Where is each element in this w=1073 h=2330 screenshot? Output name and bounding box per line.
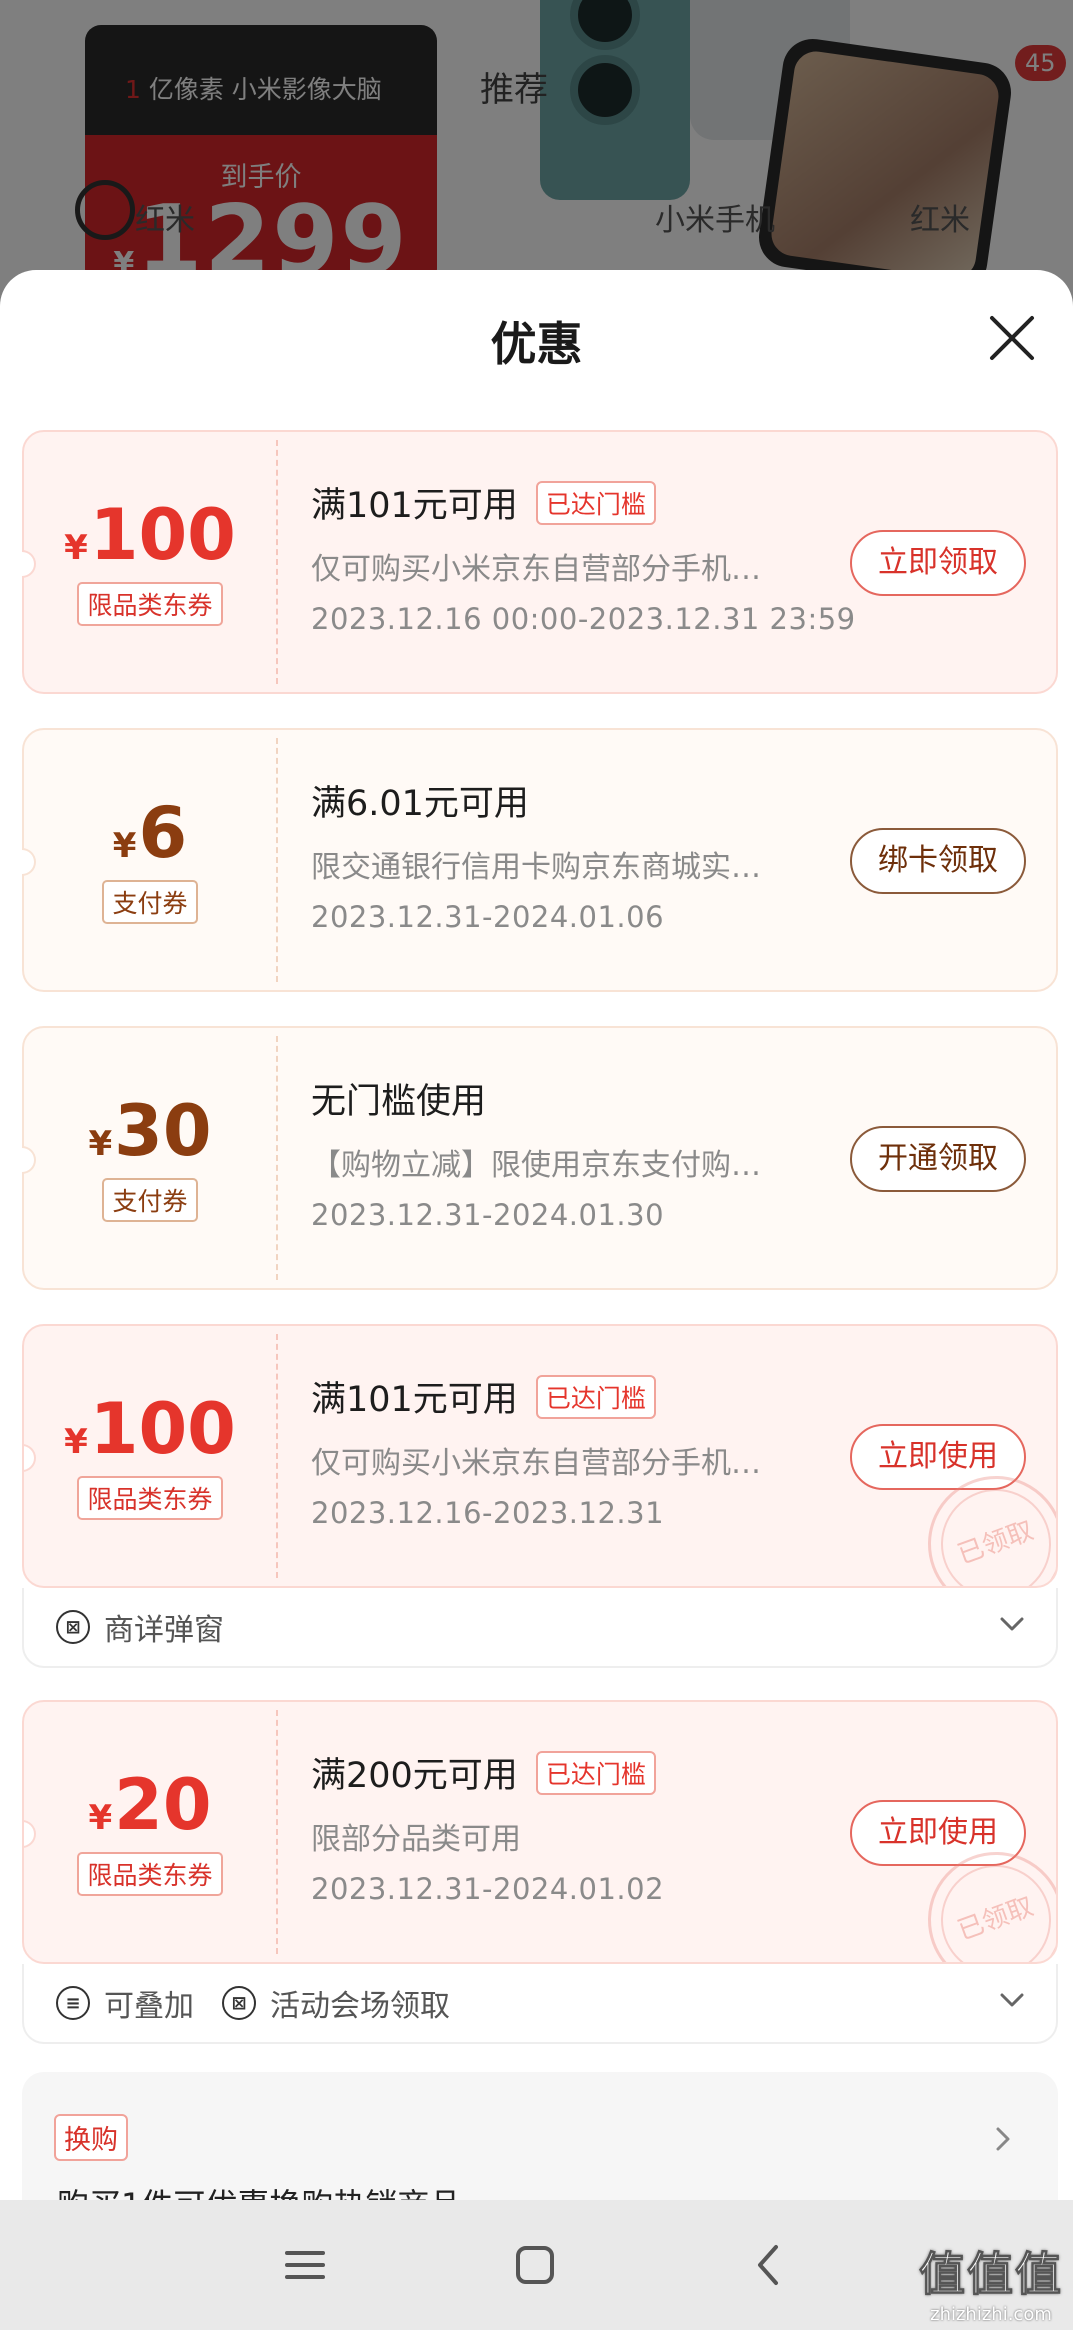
coupon-validity: 2023.12.31-2024.01.06 — [311, 900, 665, 934]
footer-tag: ≡ 可叠加 — [56, 1981, 194, 2025]
coupon-type-tag: 限品类东券 — [77, 582, 223, 626]
coupon-amount: ¥20 限品类东券 — [24, 1770, 276, 1896]
back-icon[interactable] — [740, 2235, 800, 2295]
system-nav-bar: 值值值 zhizhizhi.com — [0, 2200, 1073, 2330]
coupon-validity: 2023.12.16 00:00-2023.12.31 23:59 — [311, 602, 856, 636]
coupon-type-tag: 支付券 — [102, 880, 198, 924]
coupon-amount: ¥30 支付券 — [24, 1096, 276, 1222]
ticket-icon: ⊠ — [222, 1986, 256, 2020]
sheet-title: 优惠 — [490, 317, 583, 371]
coupon-condition: 满6.01元可用 — [311, 784, 529, 824]
coupon-card: ¥20 限品类东券 满200元可用 已达门槛 限部分品类可用 2023.12.31… — [22, 1700, 1058, 1964]
coupon-amount: ¥100 限品类东券 — [24, 1394, 276, 1520]
threshold-reached-badge: 已达门槛 — [535, 1374, 656, 1419]
background-product-page: 1 亿像素 小米影像大脑 到手价 ¥1299 推荐 红米 小米手机 红米 45 — [0, 0, 1073, 300]
coupon-condition: 满101元可用 — [311, 486, 518, 526]
stack-icon: ≡ — [56, 1986, 90, 2020]
coupon-card: ¥100 限品类东券 满101元可用 已达门槛 仅可购买小米京东自营部分手机… 2… — [22, 430, 1058, 694]
home-icon[interactable] — [505, 2235, 565, 2295]
activate-claim-button[interactable]: 开通领取 — [850, 1126, 1026, 1192]
coupon-type-tag: 支付券 — [102, 1178, 198, 1222]
coupon-card: ¥30 支付券 无门槛使用 【购物立减】限使用京东支付购… 2023.12.31… — [22, 1026, 1058, 1290]
bind-card-claim-button[interactable]: 绑卡领取 — [850, 828, 1026, 894]
chevron-down-icon[interactable] — [996, 1608, 1028, 1640]
coupon-condition: 满101元可用 — [311, 1380, 518, 1420]
site-watermark: 值值值 zhizhizhi.com — [919, 2238, 1063, 2326]
coupon-footer: ≡ 可叠加 ⊠ 活动会场领取 — [22, 1964, 1058, 2044]
threshold-reached-badge: 已达门槛 — [535, 1750, 656, 1795]
footer-tag: ⊠ 活动会场领取 — [222, 1981, 450, 2025]
coupon-amount: ¥6 支付券 — [24, 798, 276, 924]
coupon-card: ¥6 支付券 满6.01元可用 限交通银行信用卡购京东商城实… 2023.12.… — [22, 728, 1058, 992]
claim-now-button[interactable]: 立即领取 — [850, 530, 1026, 596]
coupon-sheet: 优惠 ¥100 限品类东券 满101元可用 已达门槛 仅可购买小米京东自营部分手机… — [0, 270, 1073, 2200]
coupon-validity: 2023.12.31-2024.01.30 — [311, 1198, 665, 1232]
close-icon[interactable] — [986, 312, 1038, 364]
chevron-down-icon[interactable] — [996, 1984, 1028, 2016]
coupon-amount: ¥100 限品类东券 — [24, 500, 276, 626]
swap-tag: 换购 — [54, 2114, 128, 2161]
coupon-condition: 无门槛使用 — [311, 1082, 487, 1122]
ticket-icon: ⊠ — [56, 1610, 90, 1644]
coupon-type-tag: 限品类东券 — [77, 1476, 223, 1520]
coupon-type-tag: 限品类东券 — [77, 1852, 223, 1896]
chevron-right-icon[interactable] — [988, 2124, 1018, 2154]
modal-overlay[interactable] — [0, 0, 1073, 300]
swap-offer-card[interactable]: 换购 购买1件可优惠换购热销商品 — [22, 2072, 1058, 2200]
coupon-condition: 满200元可用 — [311, 1756, 518, 1796]
swap-offer-text: 购买1件可优惠换购热销商品 — [57, 2180, 461, 2200]
coupon-card: ¥100 限品类东券 满101元可用 已达门槛 仅可购买小米京东自营部分手机… 2… — [22, 1324, 1058, 1588]
menu-icon[interactable] — [275, 2235, 335, 2295]
watermark-url: zhizhizhi.com — [930, 2304, 1052, 2325]
footer-tag: ⊠ 商详弹窗 — [56, 1605, 224, 1649]
watermark-logo: 值值值 — [919, 2247, 1063, 2302]
coupon-footer: ⊠ 商详弹窗 — [22, 1588, 1058, 1668]
threshold-reached-badge: 已达门槛 — [535, 480, 656, 525]
